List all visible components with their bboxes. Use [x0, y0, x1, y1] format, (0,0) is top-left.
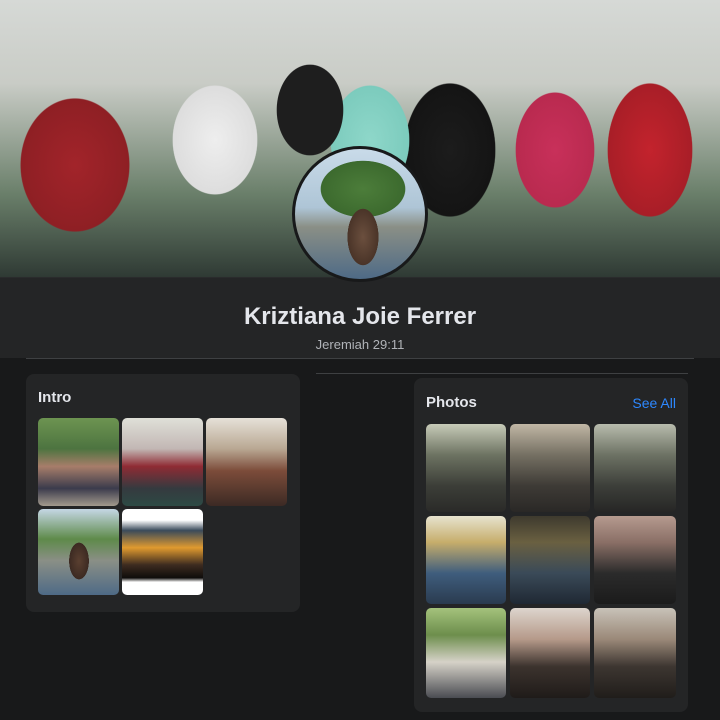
- photo-grid-item-9[interactable]: [594, 608, 676, 698]
- intro-card: Intro: [26, 374, 300, 612]
- profile-bio: Jeremiah 29:11: [315, 337, 405, 352]
- profile-name[interactable]: Kriztiana Joie Ferrer: [0, 303, 720, 331]
- photo-grid-item-8[interactable]: [510, 608, 590, 698]
- intro-photo-3[interactable]: [206, 418, 287, 506]
- intro-photo-5[interactable]: [122, 509, 203, 595]
- photo-grid-item-7[interactable]: [426, 608, 506, 698]
- intro-photo-2[interactable]: [122, 418, 203, 506]
- photo-grid-item-4[interactable]: [426, 516, 506, 604]
- intro-photo-1[interactable]: [38, 418, 119, 506]
- intro-title: Intro: [38, 389, 72, 406]
- section-divider: [316, 373, 688, 374]
- intro-photo-4[interactable]: [38, 509, 119, 595]
- photo-grid-item-2[interactable]: [510, 424, 590, 512]
- photo-grid-item-1[interactable]: [426, 424, 506, 512]
- photos-card: Photos See All: [414, 378, 688, 712]
- header-divider: [26, 358, 694, 359]
- see-all-photos-link[interactable]: See All: [632, 395, 676, 411]
- photos-title: Photos: [426, 394, 477, 411]
- photo-grid-item-6[interactable]: [594, 516, 676, 604]
- photo-grid-item-5[interactable]: [510, 516, 590, 604]
- profile-avatar[interactable]: [292, 146, 428, 282]
- photo-grid-item-3[interactable]: [594, 424, 676, 512]
